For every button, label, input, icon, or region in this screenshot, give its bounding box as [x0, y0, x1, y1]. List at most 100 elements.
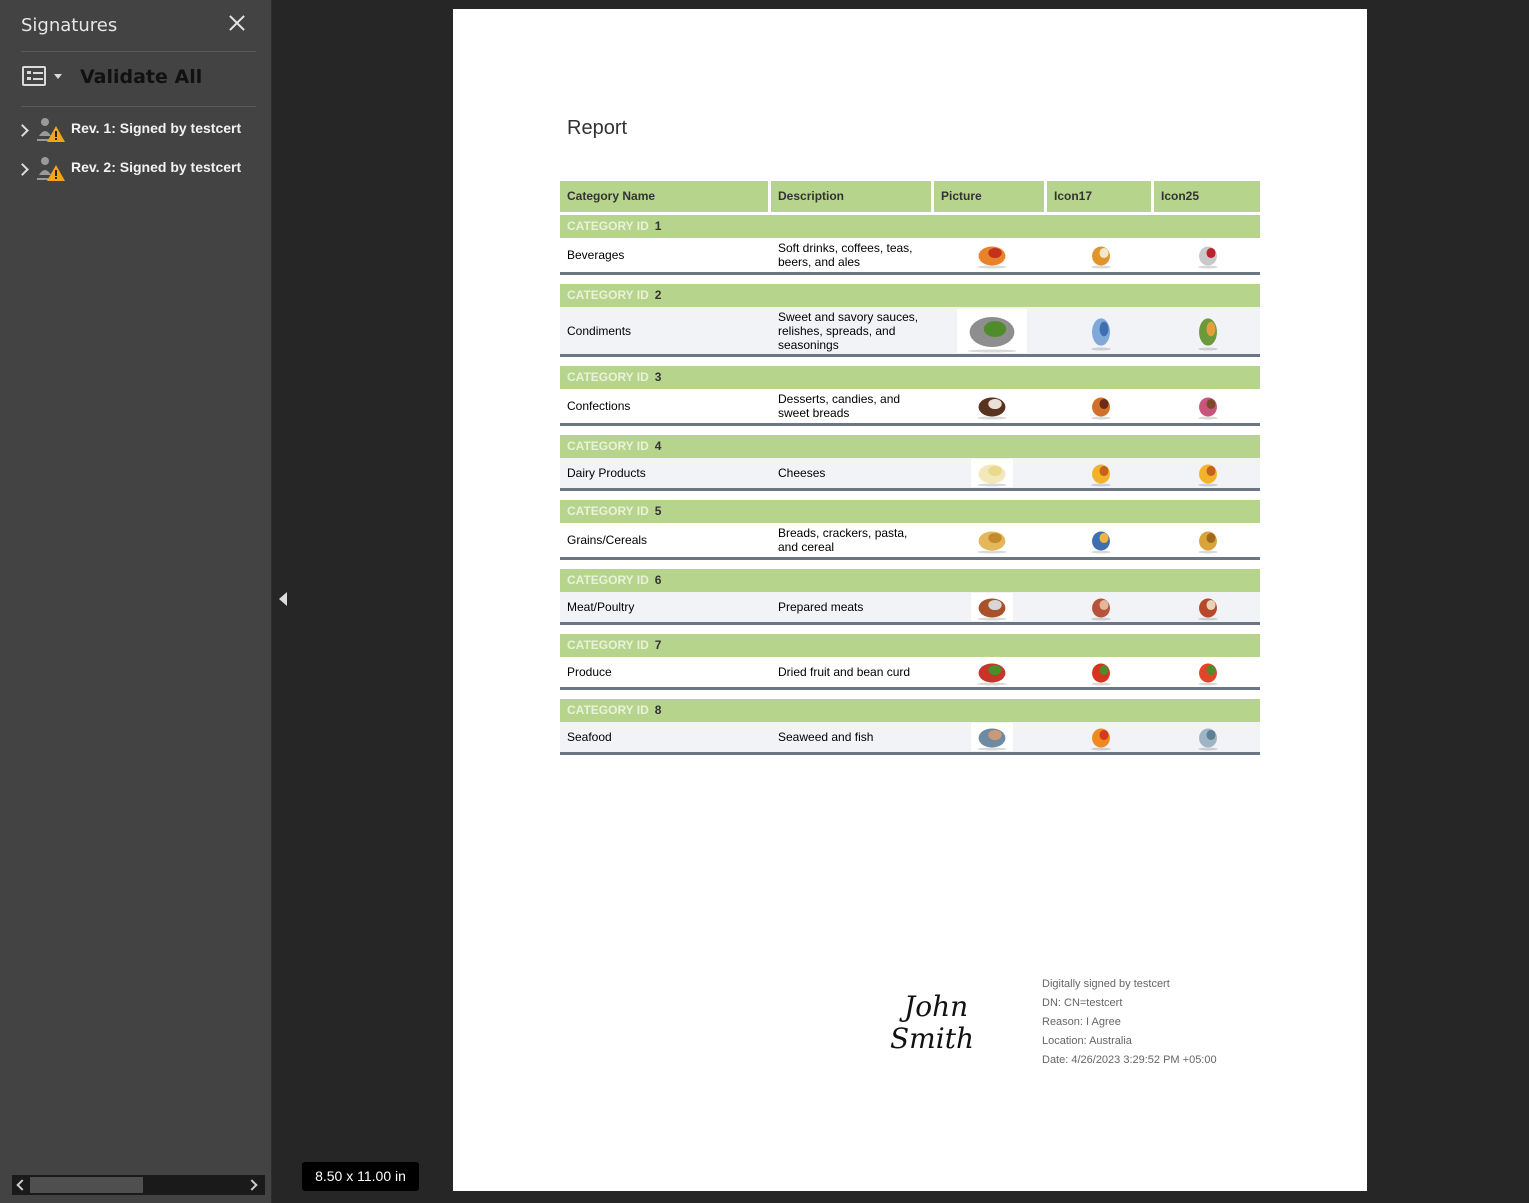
category-description: Cheeses [778, 466, 826, 480]
table-row: Confections Desserts, candies, and sweet … [560, 389, 1260, 426]
category-name: Beverages [567, 248, 625, 262]
bread-picture [971, 526, 1013, 554]
beverages-picture [971, 241, 1013, 269]
report-table: Category Name Description Picture Icon17… [560, 181, 1260, 755]
column-header: Icon25 [1154, 181, 1260, 212]
category-id-value: 6 [654, 573, 662, 587]
svg-text:Smith: Smith [890, 1022, 974, 1054]
apple-icon [1087, 658, 1115, 686]
category-id-label: CATEGORY ID [567, 573, 649, 587]
category-group-header: CATEGORY ID 8 [560, 699, 1260, 722]
category-group-header: CATEGORY ID 3 [560, 366, 1260, 389]
fish-picture [971, 723, 1013, 751]
category-id-label: CATEGORY ID [567, 703, 649, 717]
roast-chicken-picture [971, 593, 1013, 621]
table-row: Meat/Poultry Prepared meats [560, 592, 1260, 625]
column-header: Category Name [560, 181, 768, 212]
signature-line: Location: Australia [1042, 1035, 1132, 1047]
signature-details: Digitally signed by testcert DN: CN=test… [1042, 975, 1217, 1070]
table-row: Seafood Seaweed and fish [560, 722, 1260, 755]
tomato-icon [1194, 658, 1222, 686]
beer-mug-icon [1087, 241, 1115, 269]
category-name: Grains/Cereals [567, 533, 648, 547]
category-id-value: 7 [654, 638, 662, 652]
signature-list-icon[interactable] [22, 66, 46, 86]
category-id-value: 3 [654, 370, 662, 384]
document-page: Report Category Name Description Picture… [453, 9, 1367, 1191]
teacup-icon [1194, 241, 1222, 269]
scrollbar-thumb[interactable] [30, 1177, 143, 1193]
category-id-label: CATEGORY ID [567, 370, 649, 384]
revision-label: Rev. 1: Signed by testcert [71, 120, 242, 136]
column-header: Icon17 [1047, 181, 1151, 212]
close-icon[interactable] [226, 12, 248, 34]
divider [21, 106, 256, 107]
category-name: Meat/Poultry [567, 600, 635, 614]
category-id-value: 8 [654, 703, 662, 717]
category-description: Prepared meats [778, 600, 864, 614]
category-group-header: CATEGORY ID 6 [560, 569, 1260, 592]
category-description: Desserts, candies, and sweet breads [778, 392, 901, 420]
category-name: Confections [567, 399, 631, 413]
category-description: Sweet and savory sauces, relishes, sprea… [778, 309, 919, 352]
category-id-label: CATEGORY ID [567, 219, 649, 233]
category-id-value: 4 [654, 439, 662, 453]
chevron-right-icon[interactable] [16, 124, 29, 137]
cheese-wedge-icon [1194, 459, 1222, 487]
category-id-label: CATEGORY ID [567, 288, 649, 302]
category-group-header: CATEGORY ID 5 [560, 500, 1260, 523]
fish-icon [1194, 723, 1222, 751]
signature-warning-icon [37, 118, 65, 142]
chevron-right-icon[interactable] [16, 163, 29, 176]
column-header: Description [771, 181, 931, 212]
table-row: Produce Dried fruit and bean curd [560, 657, 1260, 690]
signature-line: Reason: I Agree [1042, 1016, 1121, 1028]
cake-slice-icon [1087, 392, 1115, 420]
scroll-right-icon[interactable] [246, 1179, 258, 1191]
revision-item-1[interactable]: Rev. 1: Signed by testcert [16, 118, 258, 144]
ham-icon [1087, 593, 1115, 621]
category-group-header: CATEGORY ID 2 [560, 284, 1260, 307]
salt-shaker-icon [1087, 311, 1115, 351]
table-header: Category Name Description Picture Icon17… [560, 181, 1260, 212]
chocolates-picture [971, 392, 1013, 420]
signatures-panel: Signatures Validate All Rev. 1: Signed b… [0, 0, 272, 1203]
horizontal-scrollbar[interactable] [12, 1175, 265, 1195]
table-row: Beverages Soft drinks, coffees, teas, bee… [560, 238, 1260, 275]
cheese-wedge-icon [1087, 459, 1115, 487]
divider [21, 51, 256, 52]
mortar-herbs-picture [957, 308, 1027, 353]
handwritten-signature: John Smith [890, 990, 974, 1054]
category-id-label: CATEGORY ID [567, 504, 649, 518]
revision-label: Rev. 2: Signed by testcert [71, 159, 242, 175]
signature-line: DN: CN=testcert [1042, 997, 1123, 1009]
spice-jars-icon [1194, 311, 1222, 351]
category-description: Breads, crackers, pasta, and cereal [778, 526, 908, 554]
report-title: Report [567, 117, 628, 139]
cheese-picture [971, 459, 1013, 487]
collapse-panel-icon[interactable] [279, 592, 287, 606]
category-id-label: CATEGORY ID [567, 439, 649, 453]
category-description: Soft drinks, coffees, teas, beers, and a… [778, 241, 913, 269]
category-description: Dried fruit and bean curd [778, 665, 911, 679]
svg-text:John: John [899, 990, 968, 1023]
signature-warning-icon [37, 157, 65, 181]
category-description: Seaweed and fish [778, 730, 874, 744]
chevron-down-icon[interactable] [54, 74, 62, 79]
category-group-header: CATEGORY ID 7 [560, 634, 1260, 657]
category-id-value: 1 [654, 219, 662, 233]
vegetables-picture [971, 658, 1013, 686]
scroll-left-icon[interactable] [16, 1179, 28, 1191]
validate-all-button[interactable]: Validate All [80, 66, 202, 88]
drumstick-icon [1194, 593, 1222, 621]
column-header: Picture [934, 181, 1044, 212]
category-name: Condiments [567, 323, 632, 338]
pie-slice-icon [1194, 392, 1222, 420]
category-name: Seafood [567, 730, 612, 744]
revision-item-2[interactable]: Rev. 2: Signed by testcert [16, 157, 258, 183]
category-name: Produce [567, 665, 612, 679]
category-id-value: 5 [654, 504, 662, 518]
panel-title: Signatures [21, 15, 118, 36]
category-name: Dairy Products [567, 466, 646, 480]
signature-line: Date: 4/26/2023 3:29:52 PM +05:00 [1042, 1054, 1217, 1066]
